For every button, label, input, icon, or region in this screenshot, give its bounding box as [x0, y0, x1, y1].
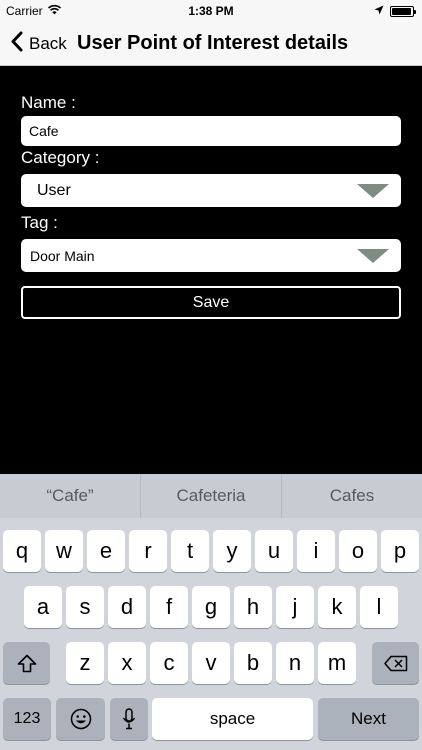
- dropdown-triangle-icon: [357, 248, 389, 263]
- status-time: 1:38 PM: [188, 4, 234, 18]
- suggestion-1[interactable]: “Cafe”: [0, 474, 141, 518]
- microphone-icon: [122, 708, 136, 730]
- key-f[interactable]: f: [150, 586, 188, 628]
- key-m[interactable]: m: [318, 642, 356, 684]
- delete-icon: [383, 655, 408, 672]
- back-button[interactable]: Back: [10, 30, 67, 58]
- shift-key[interactable]: [3, 642, 50, 684]
- key-e[interactable]: e: [87, 530, 125, 572]
- key-v[interactable]: v: [192, 642, 230, 684]
- next-key[interactable]: Next: [318, 698, 419, 740]
- chevron-left-icon: [10, 31, 23, 57]
- key-g[interactable]: g: [192, 586, 230, 628]
- key-p[interactable]: p: [381, 530, 419, 572]
- key-b[interactable]: b: [234, 642, 272, 684]
- key-r[interactable]: r: [129, 530, 167, 572]
- keyboard: “Cafe” Cafeteria Cafes q w e r t y u i o…: [0, 474, 422, 750]
- name-label: Name :: [21, 93, 76, 112]
- key-t[interactable]: t: [171, 530, 209, 572]
- emoji-icon: [70, 708, 92, 730]
- numbers-key[interactable]: 123: [3, 698, 51, 740]
- key-o[interactable]: o: [339, 530, 377, 572]
- category-value: User: [37, 181, 71, 199]
- back-label: Back: [29, 34, 67, 53]
- key-z[interactable]: z: [66, 642, 104, 684]
- key-x[interactable]: x: [108, 642, 146, 684]
- key-row-3: z x c v b n m: [0, 642, 422, 684]
- name-input[interactable]: [21, 116, 401, 146]
- location-arrow-icon: [374, 4, 384, 18]
- battery-icon: [390, 5, 416, 17]
- tag-select[interactable]: Door Main: [21, 239, 401, 272]
- microphone-key[interactable]: [110, 698, 148, 740]
- suggestion-3[interactable]: Cafes: [282, 474, 422, 518]
- category-label: Category :: [21, 148, 100, 167]
- key-u[interactable]: u: [255, 530, 293, 572]
- key-a[interactable]: a: [24, 586, 62, 628]
- space-key[interactable]: space: [152, 698, 313, 740]
- key-n[interactable]: n: [276, 642, 314, 684]
- key-l[interactable]: l: [360, 586, 398, 628]
- key-row-1: q w e r t y u i o p: [0, 530, 422, 572]
- key-d[interactable]: d: [108, 586, 146, 628]
- navigation-bar: Back User Point of Interest details: [0, 22, 422, 66]
- save-button[interactable]: Save: [21, 286, 401, 319]
- tag-label: Tag :: [21, 213, 58, 232]
- key-i[interactable]: i: [297, 530, 335, 572]
- suggestion-2[interactable]: Cafeteria: [141, 474, 282, 518]
- key-row-4: 123 space Next: [0, 698, 422, 740]
- status-right: [374, 4, 416, 18]
- suggestion-bar: “Cafe” Cafeteria Cafes: [0, 474, 422, 518]
- page-title: User Point of Interest details: [77, 32, 349, 54]
- key-h[interactable]: h: [234, 586, 272, 628]
- tag-value: Door Main: [30, 247, 95, 264]
- battery-fill: [392, 7, 411, 15]
- shift-icon: [17, 654, 37, 673]
- poi-form: Name : Category : User Tag : Door Main S…: [0, 66, 422, 474]
- key-s[interactable]: s: [66, 586, 104, 628]
- key-row-2: a s d f g h j k l: [0, 586, 422, 628]
- category-select[interactable]: User: [21, 174, 401, 207]
- key-w[interactable]: w: [45, 530, 83, 572]
- key-y[interactable]: y: [213, 530, 251, 572]
- key-k[interactable]: k: [318, 586, 356, 628]
- emoji-key[interactable]: [56, 698, 105, 740]
- key-j[interactable]: j: [276, 586, 314, 628]
- key-c[interactable]: c: [150, 642, 188, 684]
- dropdown-triangle-icon: [357, 183, 389, 198]
- delete-key[interactable]: [372, 642, 419, 684]
- key-q[interactable]: q: [3, 530, 41, 572]
- status-bar: Carrier 1:38 PM: [0, 0, 422, 22]
